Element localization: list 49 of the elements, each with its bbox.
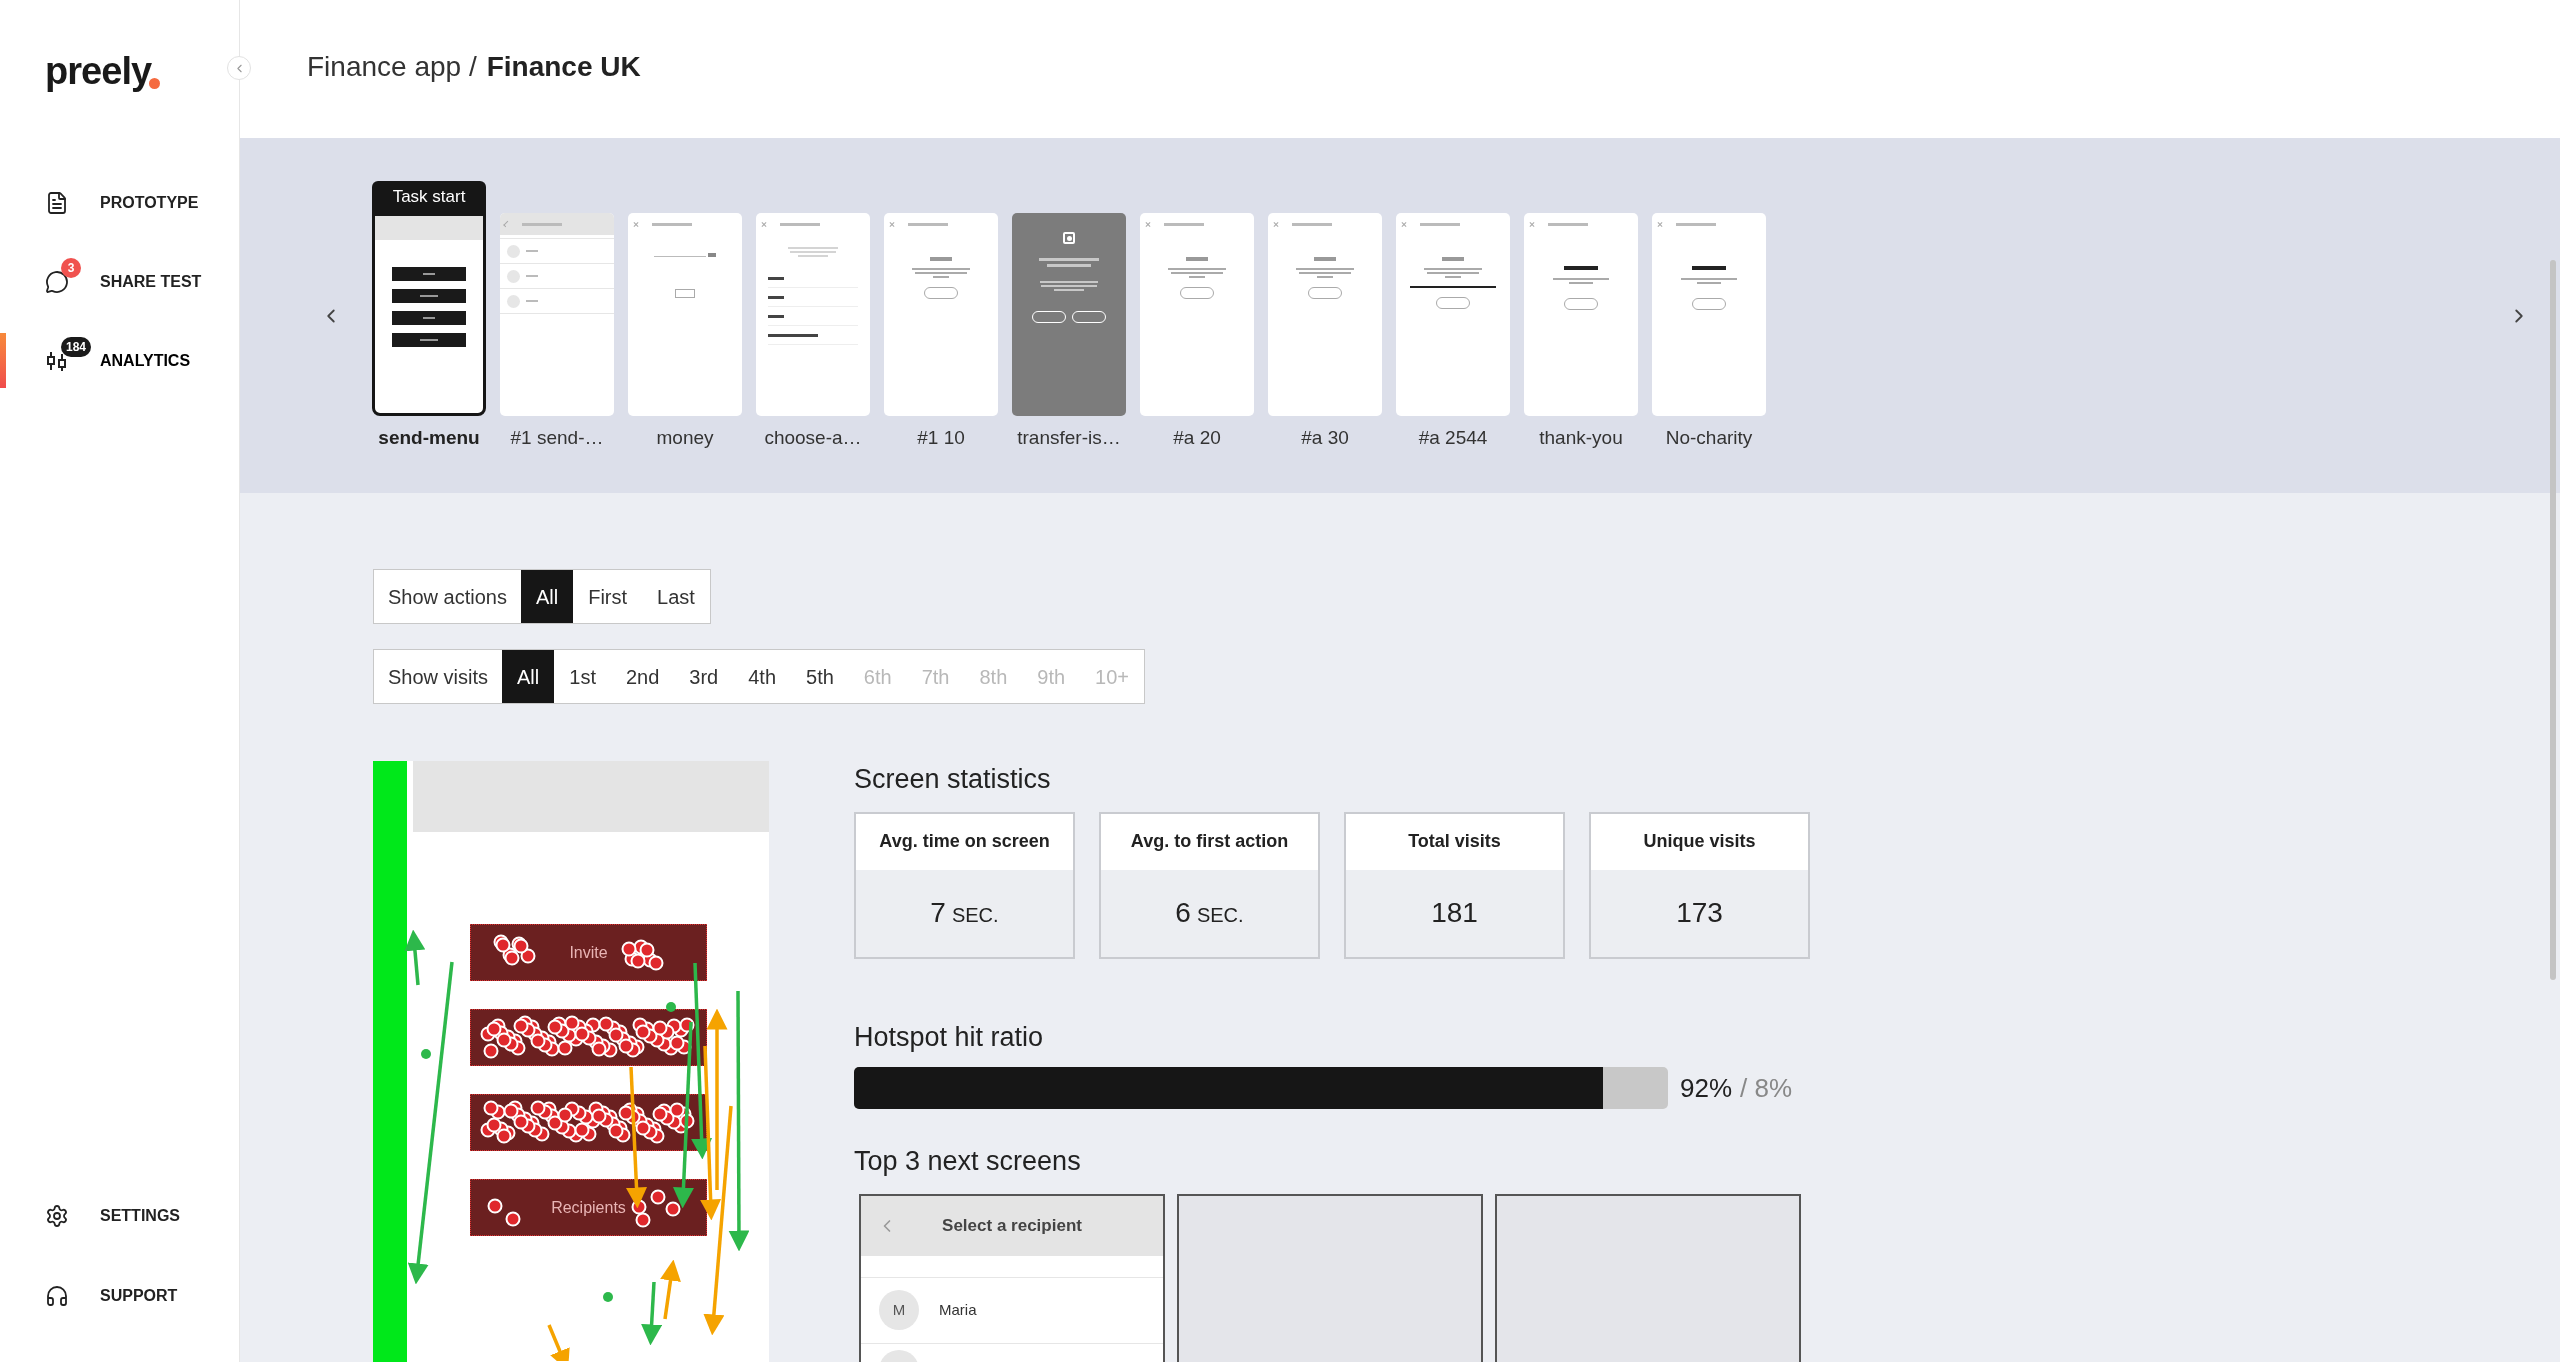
screen-label: #1 send-… bbox=[510, 426, 604, 450]
stat-title: Unique visits bbox=[1591, 813, 1808, 870]
section-title: Top 3 next screens bbox=[854, 1145, 1082, 1178]
screen-label: #a 2544 bbox=[1418, 426, 1488, 450]
screen-label: No-charity bbox=[1665, 426, 1753, 450]
hit-percentage: 92% bbox=[1680, 1071, 1733, 1105]
filter-option[interactable]: All bbox=[502, 650, 555, 703]
count-badge: 3 bbox=[61, 257, 81, 278]
nav-link[interactable]: ANALYTICS bbox=[100, 348, 191, 373]
count-badge: 184 bbox=[61, 336, 92, 357]
section-title: Hotspot hit ratio bbox=[854, 1020, 1045, 1054]
miss-percentage: / 8% bbox=[1740, 1071, 1793, 1105]
breadcrumb-current: Finance UK bbox=[486, 50, 641, 84]
screen-label: #a 30 bbox=[1301, 426, 1349, 450]
stat-value: 7 SEC. bbox=[929, 896, 1000, 930]
stat-title: Avg. to first action bbox=[1101, 813, 1318, 870]
stat-value: 6 SEC. bbox=[1174, 896, 1245, 930]
breadcrumb-parent[interactable]: Finance app / bbox=[307, 46, 477, 88]
filter-option[interactable]: 5th bbox=[791, 650, 849, 703]
avatar: M bbox=[879, 1290, 919, 1330]
filter-label: Show visits bbox=[387, 664, 490, 690]
filter-option[interactable]: All bbox=[520, 570, 574, 623]
screen-label: thank-you bbox=[1539, 426, 1623, 450]
section-title: Screen statistics bbox=[854, 763, 1052, 796]
filter-option[interactable]: 1st bbox=[554, 650, 611, 703]
filter-option[interactable]: First bbox=[573, 570, 643, 623]
nav-link[interactable]: SUPPORT bbox=[100, 1284, 178, 1308]
nav-link[interactable]: SETTINGS bbox=[100, 1204, 180, 1228]
recipient-name: Maria bbox=[939, 1299, 977, 1320]
screen-title: Select a recipient bbox=[941, 1214, 1083, 1237]
stat-title: Total visits bbox=[1346, 813, 1563, 870]
filter-option[interactable]: Last bbox=[642, 570, 710, 623]
screen-label: send-menu bbox=[378, 426, 480, 450]
filter-option[interactable]: 2nd bbox=[610, 650, 675, 703]
screen-label: choose-a… bbox=[764, 426, 862, 450]
next-screen-preview[interactable]: Select a recipient M Maria bbox=[859, 1193, 1165, 1362]
stat-value: 173 bbox=[1675, 896, 1724, 930]
stat-title: Avg. time on screen bbox=[856, 813, 1073, 870]
filter-option[interactable]: 4th bbox=[733, 650, 792, 703]
filter-label: Show actions bbox=[387, 584, 508, 610]
screen-label: money bbox=[656, 426, 714, 450]
screen-label: #a 20 bbox=[1173, 426, 1221, 450]
nav-link[interactable]: PROTOTYPE bbox=[100, 190, 199, 215]
filter-option[interactable]: 3rd bbox=[674, 650, 734, 703]
screen-label: transfer-is… bbox=[1017, 426, 1121, 450]
logo: preely bbox=[45, 52, 161, 90]
stat-value: 181 bbox=[1430, 896, 1479, 930]
nav-link[interactable]: SHARE TEST bbox=[100, 269, 202, 294]
screen-label: #1 10 bbox=[917, 426, 965, 450]
